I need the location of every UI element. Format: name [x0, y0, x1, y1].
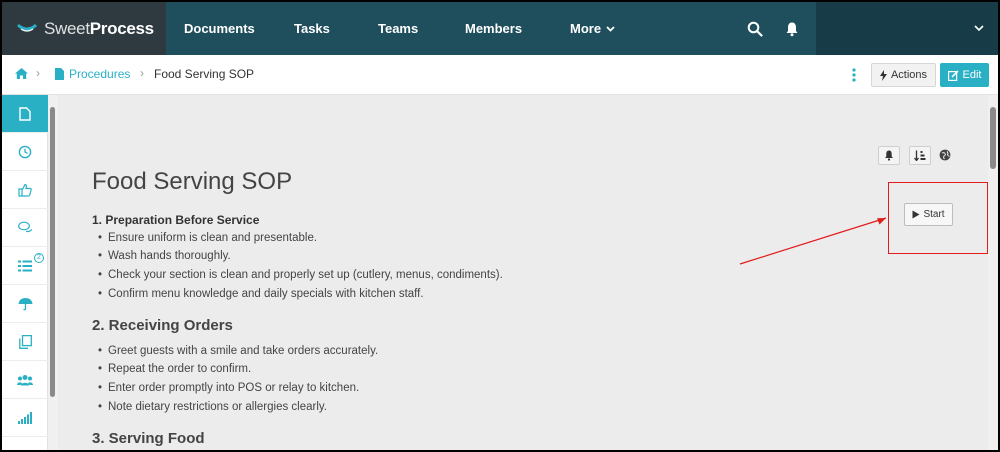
- chevron-down-icon: [606, 25, 615, 32]
- rail-analytics[interactable]: [2, 399, 48, 437]
- lightning-icon: [879, 69, 887, 81]
- edit-button[interactable]: Edit: [940, 63, 989, 87]
- bell-icon[interactable]: [784, 21, 800, 37]
- home-icon[interactable]: [14, 67, 29, 80]
- nav-documents[interactable]: Documents: [184, 2, 255, 55]
- actions-button[interactable]: Actions: [871, 63, 936, 87]
- logo[interactable]: SweetProcess: [2, 2, 166, 55]
- list-item: Ensure uniform is clean and presentable.: [98, 232, 317, 244]
- document-icon: [19, 106, 31, 121]
- rail-scrollbar[interactable]: [48, 95, 58, 450]
- nav-more[interactable]: More: [570, 2, 615, 55]
- rail-policies[interactable]: [2, 285, 48, 323]
- checklist-icon: [18, 260, 32, 271]
- rail-document[interactable]: [2, 95, 48, 133]
- clock-icon: [18, 145, 32, 158]
- top-nav: SweetProcess Documents Tasks Teams Membe…: [2, 2, 998, 55]
- document-content: Food Serving SOP 1. Preparation Before S…: [58, 95, 988, 450]
- content-scrollbar-thumb[interactable]: [990, 107, 996, 169]
- breadcrumb: › Procedures › Food Serving SOP Actions …: [2, 55, 998, 95]
- user-menu[interactable]: [816, 2, 998, 55]
- search-icon[interactable]: [747, 21, 763, 37]
- play-icon: [912, 210, 920, 219]
- content-scrollbar[interactable]: [988, 95, 998, 450]
- team-icon: [17, 374, 33, 385]
- folder-doc-icon: [55, 68, 64, 80]
- edit-label: Edit: [962, 69, 982, 81]
- section2-heading: 2. Receiving Orders: [92, 317, 233, 334]
- user-menu-chevron-icon: [974, 25, 984, 32]
- list-item: Note dietary restrictions or allergies c…: [98, 401, 327, 413]
- breadcrumb-current: Food Serving SOP: [154, 67, 255, 81]
- notify-button[interactable]: [878, 146, 900, 165]
- section3-heading: 3. Serving Food: [92, 430, 205, 447]
- list-item: Greet guests with a smile and take order…: [98, 345, 378, 357]
- list-item: Confirm menu knowledge and daily special…: [98, 288, 424, 300]
- rail-checklists[interactable]: 2: [2, 247, 48, 285]
- rail-scrollbar-thumb[interactable]: [50, 107, 55, 397]
- globe-icon[interactable]: [939, 149, 951, 161]
- nav-tasks[interactable]: Tasks: [294, 2, 330, 55]
- actions-label: Actions: [890, 69, 928, 81]
- logo-text: SweetProcess: [44, 18, 154, 38]
- rail-approvals[interactable]: [2, 171, 48, 209]
- start-button[interactable]: Start: [904, 203, 953, 226]
- rail-comments[interactable]: [2, 209, 48, 247]
- list-item: Check your section is clean and properly…: [98, 269, 503, 281]
- app-window: SweetProcess Documents Tasks Teams Membe…: [2, 2, 998, 450]
- list-item: Wash hands thoroughly.: [98, 250, 231, 262]
- nav-more-label: More: [570, 21, 602, 36]
- sort-button[interactable]: [909, 146, 931, 165]
- kebab-menu-icon[interactable]: [852, 67, 856, 83]
- chart-icon: [18, 411, 32, 424]
- annotation-arrow: [739, 217, 887, 265]
- side-rail: 2: [2, 95, 48, 450]
- nav-members[interactable]: Members: [465, 2, 522, 55]
- breadcrumb-separator-icon: ›: [36, 66, 40, 80]
- breadcrumb-procedures[interactable]: Procedures: [69, 67, 130, 81]
- list-item: Repeat the order to confirm.: [98, 363, 251, 375]
- section1-heading: 1. Preparation Before Service: [92, 213, 260, 227]
- thumbs-up-icon: [18, 183, 32, 197]
- document-title: Food Serving SOP: [92, 168, 293, 195]
- checklist-badge: 2: [34, 253, 44, 263]
- copy-icon: [18, 334, 32, 349]
- start-label: Start: [923, 209, 945, 220]
- rail-history[interactable]: [2, 133, 48, 171]
- rail-team[interactable]: [2, 361, 48, 399]
- edit-icon: [947, 69, 959, 81]
- chat-icon: [17, 221, 32, 233]
- nav-teams[interactable]: Teams: [378, 2, 418, 55]
- rail-copies[interactable]: [2, 323, 48, 361]
- logo-icon: [17, 23, 37, 32]
- umbrella-icon: [18, 297, 32, 310]
- list-item: Enter order promptly into POS or relay t…: [98, 382, 359, 394]
- sort-icon: [914, 150, 926, 161]
- bell-icon: [885, 150, 893, 161]
- breadcrumb-separator-icon: ›: [140, 66, 144, 80]
